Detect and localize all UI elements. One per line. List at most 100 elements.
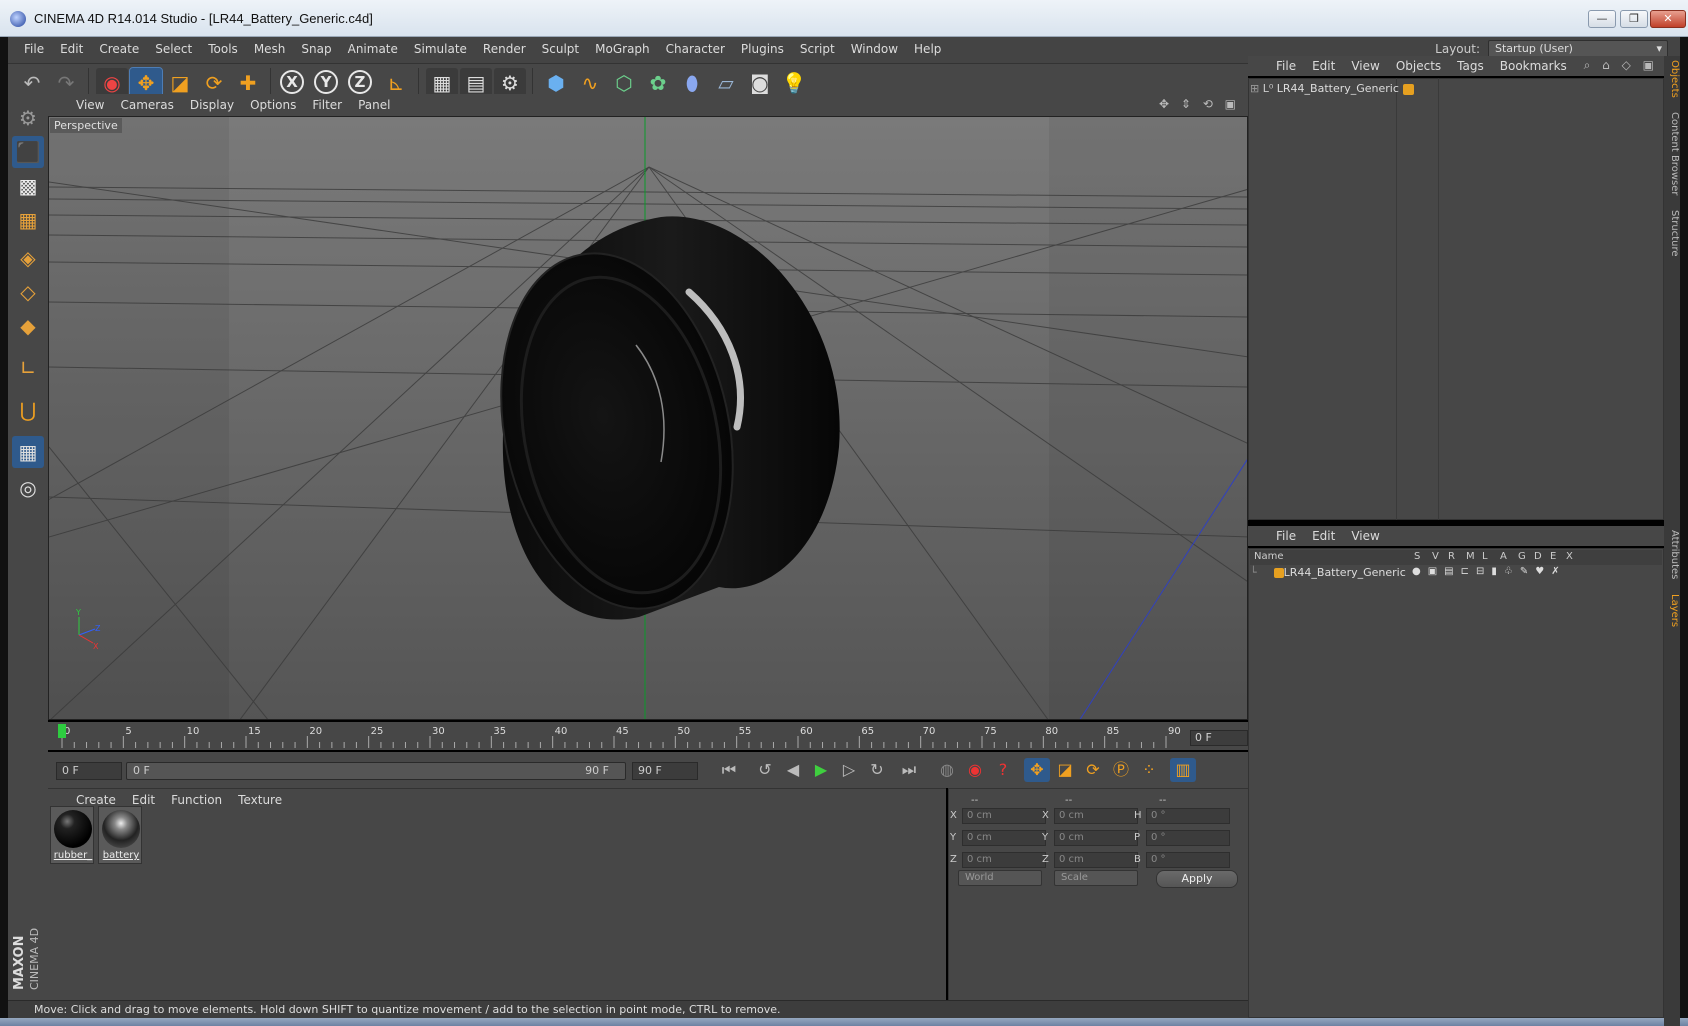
viewport-menu-display[interactable]: Display bbox=[182, 98, 242, 112]
record-keys-icon[interactable]: ◍ bbox=[934, 758, 960, 782]
end-frame-field[interactable]: 90 F bbox=[632, 762, 698, 780]
menu-create[interactable]: Create bbox=[91, 42, 147, 56]
tab-attributes[interactable]: Attributes bbox=[1664, 526, 1680, 586]
tab-objects[interactable]: Objects bbox=[1664, 56, 1680, 106]
go-to-end-icon[interactable]: ⏭ bbox=[896, 758, 922, 782]
material-rubber[interactable]: rubber_ bbox=[50, 806, 94, 864]
y-axis-lock-icon[interactable]: Y bbox=[314, 70, 338, 94]
workplane-icon[interactable]: ▦ bbox=[12, 204, 44, 236]
start-frame-field[interactable]: 0 F bbox=[56, 762, 122, 780]
key-rotation-icon[interactable]: ⟳ bbox=[1080, 758, 1106, 782]
material-menu-edit[interactable]: Edit bbox=[124, 793, 163, 807]
layer-column-r[interactable]: R bbox=[1448, 551, 1455, 562]
menu-sculpt[interactable]: Sculpt bbox=[534, 42, 587, 56]
coord-field[interactable]: 0 ° bbox=[1146, 830, 1230, 846]
polygons-mode-icon[interactable]: ◆ bbox=[12, 310, 44, 342]
coord-scale-dropdown[interactable]: Scale bbox=[1054, 870, 1138, 886]
layer-color-tag[interactable] bbox=[1403, 84, 1414, 95]
snap-settings-icon[interactable]: ◎ bbox=[12, 472, 44, 504]
layer-column-x[interactable]: X bbox=[1566, 551, 1573, 562]
close-button[interactable]: ✕ bbox=[1650, 10, 1686, 28]
object-row[interactable]: ⊞ L⁰ LR44_Battery_Generic bbox=[1250, 82, 1399, 95]
edges-mode-icon[interactable]: ◇ bbox=[12, 276, 44, 308]
previous-key-icon[interactable]: ↺ bbox=[752, 758, 778, 782]
coord-field[interactable]: 0 ° bbox=[1146, 808, 1230, 824]
object-list[interactable] bbox=[1248, 78, 1664, 520]
key-parameter-icon[interactable]: Ⓟ bbox=[1108, 758, 1134, 782]
x-axis-lock-icon[interactable]: X bbox=[280, 70, 304, 94]
current-frame-field[interactable]: 0 F bbox=[1190, 730, 1248, 746]
model-mode-icon[interactable]: ⬛ bbox=[12, 136, 44, 168]
minimize-button[interactable]: — bbox=[1588, 10, 1616, 28]
key-position-icon[interactable]: ✥ bbox=[1024, 758, 1050, 782]
menu-tools[interactable]: Tools bbox=[200, 42, 246, 56]
axis-mode-icon[interactable]: ∟ bbox=[12, 352, 44, 384]
menu-mograph[interactable]: MoGraph bbox=[587, 42, 658, 56]
layer-column-m[interactable]: M bbox=[1466, 551, 1475, 562]
object-menu-objects[interactable]: Objects bbox=[1388, 59, 1449, 73]
viewport-menu-cameras[interactable]: Cameras bbox=[112, 98, 181, 112]
coord-field[interactable]: 0 cm bbox=[962, 808, 1046, 824]
undo-icon[interactable]: ↶ bbox=[16, 68, 48, 98]
menu-window[interactable]: Window bbox=[843, 42, 906, 56]
layer-column-e[interactable]: E bbox=[1550, 551, 1556, 562]
menu-file[interactable]: File bbox=[16, 42, 52, 56]
points-mode-icon[interactable]: ◈ bbox=[12, 242, 44, 274]
menu-select[interactable]: Select bbox=[147, 42, 200, 56]
tab-content-browser[interactable]: Content Browser bbox=[1664, 108, 1680, 198]
timeline-icon[interactable]: ▥ bbox=[1170, 758, 1196, 782]
menu-mesh[interactable]: Mesh bbox=[246, 42, 294, 56]
layer-menu-edit[interactable]: Edit bbox=[1304, 529, 1343, 543]
perspective-viewport[interactable]: Y Z X bbox=[48, 116, 1248, 720]
texture-mode-icon[interactable]: ▩ bbox=[12, 170, 44, 202]
keyframe-selection-icon[interactable]: ? bbox=[990, 758, 1016, 782]
layer-column-a[interactable]: A bbox=[1500, 551, 1507, 562]
material-battery[interactable]: battery bbox=[98, 806, 142, 864]
layer-menu-view[interactable]: View bbox=[1343, 529, 1387, 543]
layer-column-name[interactable]: Name bbox=[1254, 551, 1284, 562]
coord-field[interactable]: 0 ° bbox=[1146, 852, 1230, 868]
layer-manager-panel[interactable] bbox=[1248, 548, 1664, 1018]
menu-render[interactable]: Render bbox=[475, 42, 534, 56]
layer-column-d[interactable]: D bbox=[1534, 551, 1542, 562]
apply-button[interactable]: Apply bbox=[1156, 870, 1238, 888]
object-menu-edit[interactable]: Edit bbox=[1304, 59, 1343, 73]
layer-color-swatch[interactable] bbox=[1274, 568, 1284, 578]
material-menu-texture[interactable]: Texture bbox=[230, 793, 290, 807]
layer-column-g[interactable]: G bbox=[1518, 551, 1526, 562]
menu-help[interactable]: Help bbox=[906, 42, 949, 56]
menu-character[interactable]: Character bbox=[658, 42, 733, 56]
material-menu-create[interactable]: Create bbox=[68, 793, 124, 807]
menu-script[interactable]: Script bbox=[792, 42, 843, 56]
object-menu-view[interactable]: View bbox=[1343, 59, 1387, 73]
viewport-menu-panel[interactable]: Panel bbox=[350, 98, 398, 112]
coord-field[interactable]: 0 cm bbox=[962, 852, 1046, 868]
timeline-ticks[interactable]: 0 5 10 15 20 25 30 35 40 45 50 55 60 65 70 75 80 85 90 bbox=[48, 722, 1188, 750]
restore-button[interactable]: ❐ bbox=[1620, 10, 1648, 28]
object-menu-bookmarks[interactable]: Bookmarks bbox=[1492, 59, 1575, 73]
coord-field[interactable]: 0 cm bbox=[962, 830, 1046, 846]
menu-simulate[interactable]: Simulate bbox=[406, 42, 475, 56]
coord-field[interactable]: 0 cm bbox=[1054, 808, 1138, 824]
coord-mode-dropdown[interactable]: World bbox=[958, 870, 1042, 886]
layer-column-v[interactable]: V bbox=[1432, 551, 1439, 562]
key-scale-icon[interactable]: ◪ bbox=[1052, 758, 1078, 782]
viewport-menu-options[interactable]: Options bbox=[242, 98, 304, 112]
key-pla-icon[interactable]: ⁘ bbox=[1136, 758, 1162, 782]
tab-structure[interactable]: Structure bbox=[1664, 206, 1680, 266]
menu-animate[interactable]: Animate bbox=[340, 42, 406, 56]
object-menu-tags[interactable]: Tags bbox=[1449, 59, 1492, 73]
playhead-marker[interactable] bbox=[58, 724, 66, 738]
go-to-start-icon[interactable]: ⏮ bbox=[716, 758, 742, 782]
viewport-menu-view[interactable]: View bbox=[68, 98, 112, 112]
make-editable-icon[interactable]: ⚙ bbox=[12, 102, 44, 134]
viewport-scene[interactable]: Y Z X bbox=[49, 117, 1248, 720]
menu-snap[interactable]: Snap bbox=[293, 42, 339, 56]
expand-icon[interactable]: ⊞ bbox=[1250, 82, 1259, 95]
viewport-nav-icons[interactable]: ✥ ⇕ ⟲ ▣ bbox=[1159, 97, 1240, 111]
layer-column-l[interactable]: L bbox=[1482, 551, 1488, 562]
viewport-menu-filter[interactable]: Filter bbox=[304, 98, 350, 112]
next-frame-icon[interactable]: ▷ bbox=[836, 758, 862, 782]
object-manager-icons[interactable]: ⌕ ⌂ ◇ ▣ bbox=[1584, 58, 1658, 73]
workplane-lock-icon[interactable]: ▦ bbox=[12, 436, 44, 468]
